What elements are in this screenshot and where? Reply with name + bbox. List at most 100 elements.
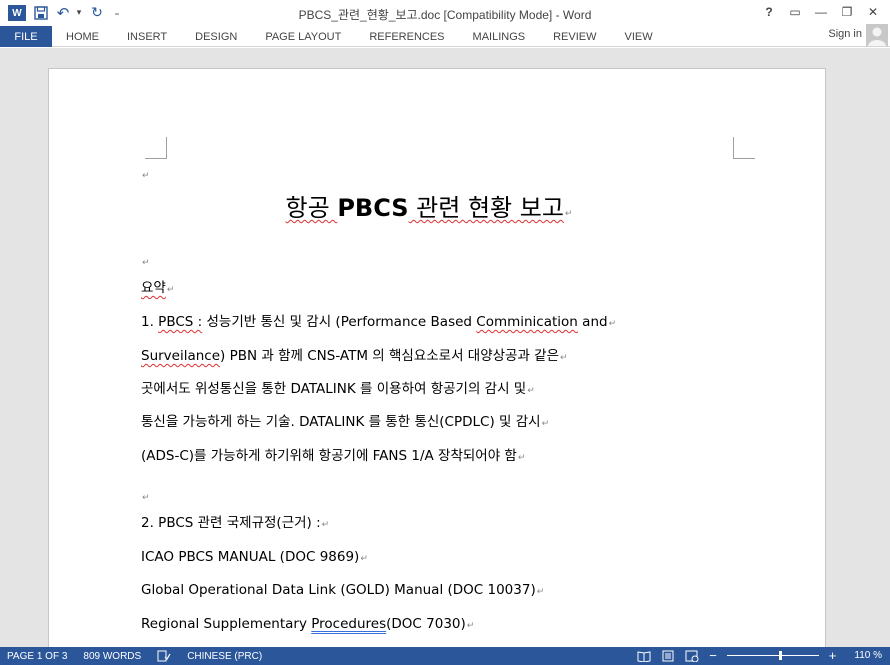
sign-in-link[interactable]: Sign in [828,28,862,40]
zoom-out-button[interactable]: − [709,648,717,663]
line-text: Surveilance [141,348,221,364]
empty-paragraph-mark: ↵ [141,163,150,182]
pilcrow-icon: ↵ [142,258,150,268]
zoom-in-button[interactable]: + [829,648,837,663]
undo-dropdown-button[interactable]: ▾ [74,4,84,22]
paragraph-line[interactable]: 곳에서도 위성통신을 통한 DATALINK 를 이용하여 항공기의 감시 및↵ [141,380,535,400]
print-layout-icon[interactable] [661,650,675,662]
save-icon [34,6,48,20]
reference-line[interactable]: ICAO PBCS MANUAL (DOC 9869)↵ [141,548,368,568]
avatar[interactable] [866,24,888,46]
status-left: PAGE 1 OF 3 809 WORDS CHINESE (PRC) [7,650,262,662]
language-indicator[interactable]: CHINESE (PRC) [187,651,262,662]
reference-line[interactable]: Global Operational Data Link (GOLD) Manu… [141,581,544,601]
redo-icon: ↻ [91,5,103,21]
empty-paragraph-mark: ↵ [141,485,150,504]
tab-home[interactable]: HOME [52,26,113,47]
close-button[interactable]: ✕ [860,2,886,22]
pilcrow-icon: ↵ [536,587,545,597]
redo-button[interactable]: ↻ [86,4,108,22]
ribbon-display-icon: ▭ [789,5,801,19]
line-text: Comminication [476,314,578,330]
close-icon: ✕ [867,5,879,19]
tab-insert[interactable]: INSERT [113,26,181,47]
tab-view[interactable]: VIEW [611,26,667,47]
word-logo-icon: W [8,5,26,21]
proofing-icon[interactable] [157,650,171,662]
pilcrow-icon: ↵ [541,419,550,429]
zoom-slider[interactable] [726,651,819,660]
word-count[interactable]: 809 WORDS [83,651,141,662]
document-title[interactable]: 항공 PBCS 관련 현황 보고↵ [9,193,849,229]
line-text: 성능기반 통신 및 감시 (Performance Based [202,314,477,330]
title-bar: W ↶ ▾ ↻ ₌ PBCS_관련_현황_보고.doc [Compatibili… [0,0,890,26]
reference-line[interactable]: Regional Supplementary Procedures(DOC 70… [141,615,474,635]
help-icon: ? [765,5,773,19]
pilcrow-icon: ↵ [360,554,368,564]
word-app-icon[interactable]: W [6,4,28,22]
read-mode-icon[interactable] [637,650,651,662]
summary-heading-text: 요약 [141,280,166,296]
document-canvas[interactable]: ↵ 항공 PBCS 관련 현황 보고↵ ↵ 요약↵ 1. PBCS : 성능기반… [0,48,890,647]
line-text: (ADS-C)를 가능하게 하기위해 항공기에 FANS 1/A 장착되어야 함 [141,448,517,464]
undo-icon: ↶ [56,4,70,22]
reference-text: Procedures [311,616,387,632]
tab-references[interactable]: REFERENCES [355,26,458,47]
title-text-pbcs: PBCS [337,194,409,222]
pilcrow-icon: ↵ [466,621,475,631]
tab-page-layout[interactable]: PAGE LAYOUT [251,26,355,47]
document-page[interactable]: ↵ 항공 PBCS 관련 현황 보고↵ ↵ 요약↵ 1. PBCS : 성능기반… [48,68,826,647]
reference-text: Regional Supplementary [141,616,312,632]
line-text: 통신을 가능하게 하는 기술. DATALINK 를 통한 통신(CPDLC) … [141,414,541,430]
paragraph-line[interactable]: 1. PBCS : 성능기반 통신 및 감시 (Performance Base… [141,313,616,333]
reference-text: (DOC 7030) [386,616,466,632]
margin-marker-top-left [145,137,167,159]
summary-heading[interactable]: 요약↵ [141,279,174,299]
paragraph-line[interactable]: (ADS-C)를 가능하게 하기위해 항공기에 FANS 1/A 장착되어야 함… [141,447,525,467]
undo-button[interactable]: ↶ [54,4,72,22]
ribbon-tab-bar: FILE HOME INSERT DESIGN PAGE LAYOUT REFE… [0,24,890,47]
user-icon [868,27,886,46]
pilcrow-icon: ↵ [608,319,617,329]
line-text: ) PBN 과 함께 CNS-ATM 의 핵심요소로서 대양상공과 같은 [220,348,560,364]
ribbon-tabs: HOME INSERT DESIGN PAGE LAYOUT REFERENCE… [52,26,667,47]
page-count[interactable]: PAGE 1 OF 3 [7,651,67,662]
chevron-down-icon: ▾ [76,8,82,18]
restore-button[interactable]: ❐ [834,2,860,22]
pilcrow-icon: ↵ [321,520,330,530]
zoom-slider-thumb[interactable] [778,651,782,660]
tab-design[interactable]: DESIGN [181,26,251,47]
save-button[interactable] [30,4,52,22]
window-controls: ? ▭ — ❐ ✕ [756,2,886,22]
customize-qat-button[interactable]: ₌ [110,4,124,22]
line-text: 1. [141,314,159,330]
pilcrow-icon: ↵ [166,285,175,295]
section-heading-text: 2. PBCS 관련 국제규정(근거) : [141,515,321,531]
web-layout-icon[interactable] [685,650,699,662]
help-button[interactable]: ? [756,2,782,22]
restore-icon: ❐ [841,5,853,19]
tab-review[interactable]: REVIEW [539,26,610,47]
pilcrow-icon: ↵ [517,453,526,463]
line-text: PBCS : [158,314,203,330]
title-text-rest: 관련 현황 보고 [408,194,564,222]
pilcrow-icon: ↵ [564,209,573,219]
paragraph-line[interactable]: 통신을 가능하게 하는 기술. DATALINK 를 통한 통신(CPDLC) … [141,413,549,433]
quick-access-toolbar: W ↶ ▾ ↻ ₌ [6,4,124,22]
status-right: − + 110 % [637,648,882,663]
line-text: and [577,314,608,330]
tab-file[interactable]: FILE [0,26,52,47]
paragraph-line[interactable]: Surveilance) PBN 과 함께 CNS-ATM 의 핵심요소로서 대… [141,347,568,367]
minimize-icon: — [815,5,827,19]
tab-mailings[interactable]: MAILINGS [459,26,540,47]
empty-paragraph-mark: ↵ [141,250,150,269]
title-text-korean: 항공 [285,194,338,222]
minimize-button[interactable]: — [808,2,834,22]
line-text: 곳에서도 위성통신을 통한 DATALINK 를 이용하여 항공기의 감시 및 [141,381,527,397]
section-heading[interactable]: 2. PBCS 관련 국제규정(근거) :↵ [141,514,329,534]
ribbon-display-options-button[interactable]: ▭ [782,2,808,22]
zoom-level[interactable]: 110 % [854,650,882,661]
status-bar: PAGE 1 OF 3 809 WORDS CHINESE (PRC) − + … [0,647,890,665]
pilcrow-icon: ↵ [142,171,150,181]
pilcrow-icon: ↵ [560,353,568,363]
